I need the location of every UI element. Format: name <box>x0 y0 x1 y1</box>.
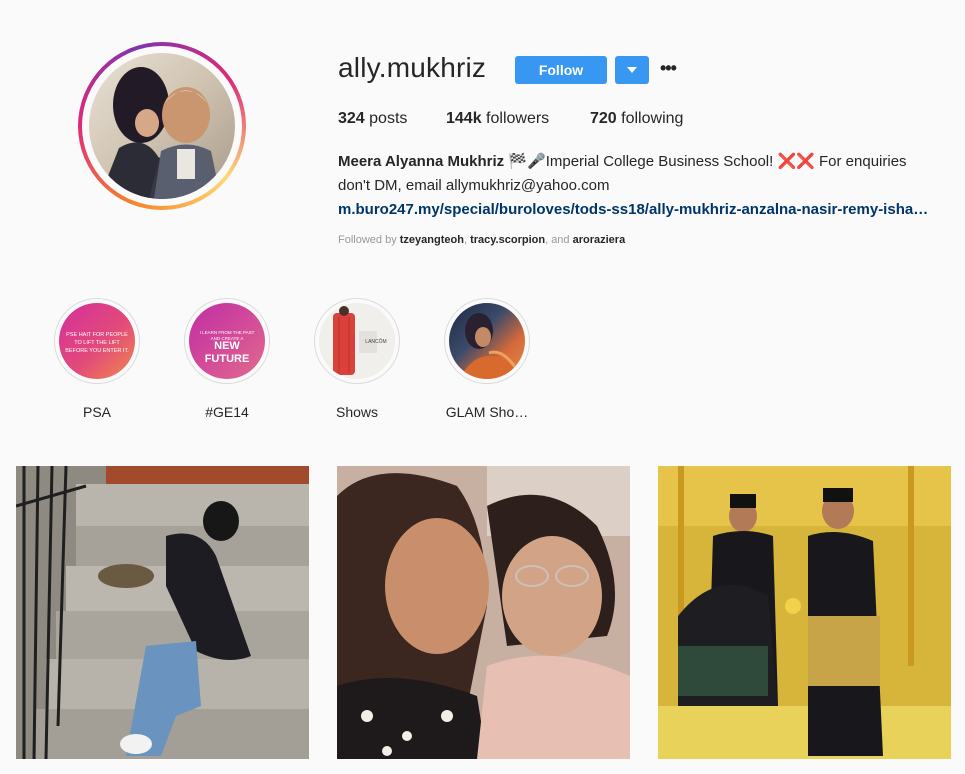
bio-text-1: 🏁🎤Imperial College Business School! ❌❌ F… <box>504 153 907 170</box>
post-thumbnail-2[interactable] <box>337 466 630 759</box>
highlight-label: Shows <box>335 404 379 420</box>
followers-count: 144k <box>446 110 482 127</box>
post-image-selfie <box>337 466 630 759</box>
post-thumbnail-3[interactable] <box>658 466 951 759</box>
full-name: Meera Alyanna Mukhriz <box>338 153 505 170</box>
profile-avatar[interactable] <box>78 42 246 210</box>
highlight-cover: LANCÔM <box>319 303 395 379</box>
following-stat[interactable]: 720 following <box>590 110 683 128</box>
username-heading: ally.mukhriz <box>338 52 487 83</box>
bio-line-2: don't DM, email allymukhriz@yahoo.com <box>338 177 610 194</box>
posts-label: posts <box>369 110 408 127</box>
highlight-shows[interactable]: LANCÔM Shows <box>312 298 402 420</box>
posts-count: 324 <box>338 110 365 127</box>
follower-link-2[interactable]: tracy.scorpion <box>470 234 545 246</box>
highlight-psa[interactable]: PSE HAIT FOR PEOPLE TO LIFT THE LIFT BEF… <box>52 298 142 420</box>
highlight-ring: LANCÔM <box>314 298 400 384</box>
highlight-cover: PSE HAIT FOR PEOPLE TO LIFT THE LIFT BEF… <box>59 303 135 379</box>
following-label: following <box>621 110 684 127</box>
followers-label: followers <box>486 110 550 127</box>
following-count: 720 <box>590 110 617 127</box>
separator-text-and: , and <box>545 234 573 246</box>
highlight-illustration <box>459 313 525 379</box>
highlight-ring: PSE HAIT FOR PEOPLE TO LIFT THE LIFT BEF… <box>54 298 140 384</box>
highlight-ring: I LEARN FROM THE PAST AND CREATE A NEW F… <box>184 298 270 384</box>
highlight-label: GLAM Sho… <box>445 404 529 420</box>
more-options-icon[interactable]: ••• <box>660 59 678 79</box>
follower-link-3[interactable]: aroraziera <box>573 234 626 246</box>
posts-stat: 324 posts <box>338 110 407 128</box>
highlight-cover: I LEARN FROM THE PAST AND CREATE A NEW F… <box>189 303 265 379</box>
highlight-glam-shows[interactable]: GLAM Sho… <box>442 298 532 420</box>
highlight-ge14[interactable]: I LEARN FROM THE PAST AND CREATE A NEW F… <box>182 298 272 420</box>
avatar-illustration <box>99 67 221 199</box>
post-thumbnail-1[interactable] <box>16 466 309 759</box>
highlight-cover-text: PSE HAIT FOR PEOPLE TO LIFT THE LIFT BEF… <box>65 332 129 354</box>
bio-external-link[interactable]: m.buro247.my/special/buroloves/tods-ss18… <box>338 201 928 218</box>
suggestions-dropdown-button[interactable] <box>615 56 649 84</box>
highlight-label: PSA <box>82 404 111 420</box>
avatar-photo <box>89 53 235 199</box>
post-image-ceremony <box>658 466 951 759</box>
follower-link-1[interactable]: tzeyangteoh <box>400 234 464 246</box>
highlight-label: #GE14 <box>205 404 249 420</box>
followed-by-prefix: Followed by <box>338 234 400 246</box>
highlight-ring <box>444 298 530 384</box>
bio-line-1: Meera Alyanna Mukhriz 🏁🎤Imperial College… <box>338 150 953 174</box>
highlight-cover <box>449 303 525 379</box>
highlight-cover-text: LANCÔM <box>365 339 387 345</box>
profile-bio: Meera Alyanna Mukhriz 🏁🎤Imperial College… <box>338 150 953 222</box>
avatar-border <box>82 46 242 206</box>
followed-by-line: Followed by tzeyangteoh, tracy.scorpion,… <box>338 234 625 246</box>
post-image-stairs <box>16 466 309 759</box>
highlight-cover-big-text: NEW FUTURE <box>204 340 250 365</box>
chevron-down-icon <box>627 67 637 73</box>
followers-stat[interactable]: 144k followers <box>446 110 549 128</box>
follow-button[interactable]: Follow <box>515 56 607 84</box>
